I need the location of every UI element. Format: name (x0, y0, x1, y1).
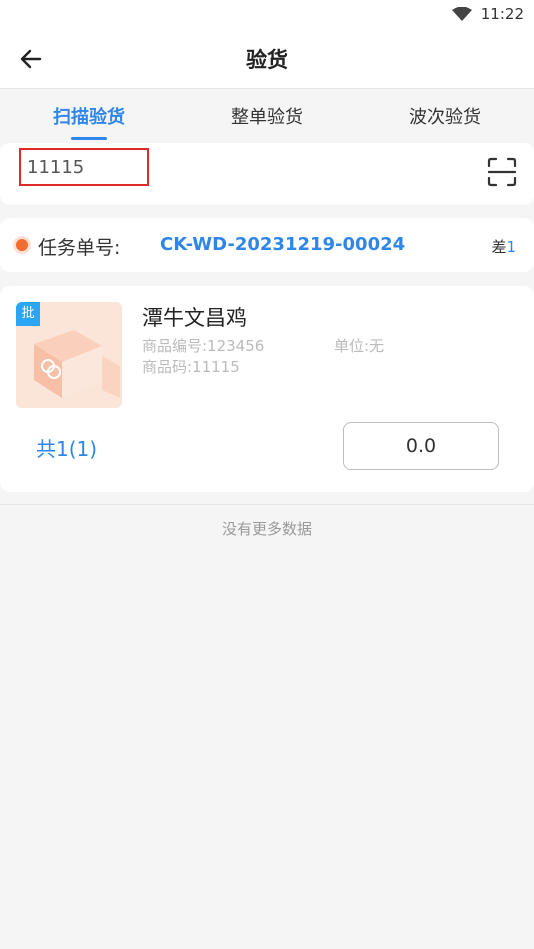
diff-label: 差 (491, 238, 507, 256)
task-number[interactable]: CK-WD-20231219-00024 (160, 234, 405, 255)
list-divider (0, 504, 534, 505)
status-dot (16, 239, 28, 251)
app-header: 验货 (0, 28, 534, 89)
product-name: 潭牛文昌鸡 (142, 306, 247, 330)
quantity-input[interactable]: 0.0 (343, 422, 499, 470)
tab-wave-check[interactable]: 波次验货 (356, 103, 534, 129)
task-card: 任务单号: CK-WD-20231219-00024 差1 (0, 218, 534, 272)
scan-input[interactable] (19, 148, 149, 186)
tab-scan-check[interactable]: 扫描验货 (0, 103, 178, 129)
page-title: 验货 (246, 48, 288, 72)
tab-bar: 扫描验货 整单验货 波次验货 (0, 89, 534, 141)
product-barcode: 商品码:11115 (142, 358, 240, 376)
tab-active-indicator (71, 137, 107, 140)
scan-icon[interactable] (486, 156, 518, 188)
no-more-data: 没有更多数据 (221, 520, 312, 538)
scan-card (0, 143, 534, 205)
status-bar: 11:22 (0, 0, 534, 28)
tab-order-check[interactable]: 整单验货 (178, 103, 356, 129)
diff-value: 1 (506, 238, 516, 256)
item-card: 批 潭牛文昌鸡 商品编号:123456 单位:无 商品码:11115 共1(1)… (0, 286, 534, 492)
item-count[interactable]: 共1(1) (36, 433, 97, 462)
product-unit: 单位:无 (334, 337, 385, 355)
status-time: 11:22 (480, 5, 524, 23)
task-diff: 差1 (491, 236, 516, 257)
wifi-icon (452, 7, 472, 21)
batch-badge: 批 (16, 302, 40, 326)
task-label: 任务单号: (38, 237, 121, 259)
product-code: 商品编号:123456 (142, 337, 265, 355)
